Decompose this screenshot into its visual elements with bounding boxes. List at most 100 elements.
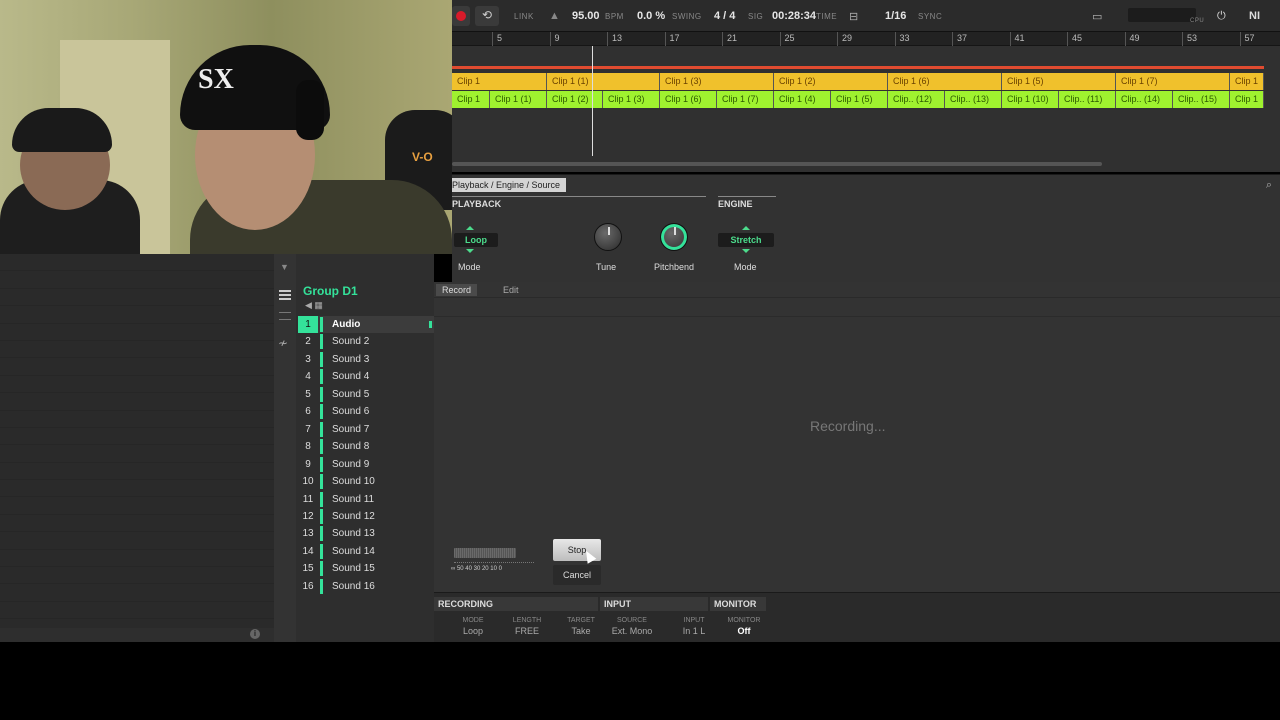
compact-view-icon[interactable]	[279, 312, 291, 320]
browser-row[interactable]	[0, 515, 274, 533]
clip[interactable]: Clip 1	[1230, 73, 1264, 90]
breadcrumb[interactable]: Playback / Engine / Source	[452, 178, 567, 192]
sound-slot[interactable]: 11 Sound 11	[298, 491, 434, 508]
browser-row[interactable]	[0, 358, 274, 376]
browser-row[interactable]	[0, 341, 274, 359]
sound-slot[interactable]: 13 Sound 13	[298, 525, 434, 542]
browser-row[interactable]	[0, 584, 274, 602]
chevron-up-icon[interactable]	[466, 226, 474, 230]
browser-row[interactable]	[0, 480, 274, 498]
tab-edit[interactable]: Edit	[497, 284, 525, 296]
cancel-button[interactable]: Cancel	[553, 565, 601, 585]
monitor-setting[interactable]: MONITOR Off	[724, 617, 764, 636]
browser-row[interactable]	[0, 376, 274, 394]
sound-slot[interactable]: 16 Sound 16	[298, 578, 434, 595]
search-icon[interactable]: ⌕	[1266, 179, 1272, 192]
source-setting[interactable]: SOURCE Ext. Mono	[600, 617, 664, 636]
browser-row[interactable]	[0, 463, 274, 481]
clip[interactable]: Clip 1	[452, 73, 547, 90]
clip[interactable]: Clip 1 (1)	[547, 73, 660, 90]
clip[interactable]: Clip 1 (5)	[1002, 73, 1116, 90]
follow-icon[interactable]: ⊟	[849, 10, 858, 23]
browser-row[interactable]	[0, 567, 274, 585]
clip[interactable]: Clip.. (11)	[1059, 91, 1116, 108]
clip[interactable]: Clip 1 (1)	[490, 91, 547, 108]
display-icon[interactable]: ▭	[1092, 10, 1102, 23]
clip[interactable]: Clip 1 (10)	[1002, 91, 1059, 108]
sound-slot[interactable]: 4 Sound 4	[298, 368, 434, 385]
browser-row[interactable]	[0, 324, 274, 341]
clip[interactable]: Clip 1 (2)	[547, 91, 603, 108]
browser-row[interactable]	[0, 428, 274, 446]
playback-mode-selector[interactable]: Loop	[454, 233, 498, 247]
bpm-value[interactable]: 95.00	[572, 10, 600, 22]
input-setting[interactable]: INPUT In 1 L	[674, 617, 714, 636]
horizontal-scrollbar[interactable]	[452, 162, 1102, 166]
browser-row[interactable]	[0, 550, 274, 568]
browser-row[interactable]	[0, 271, 274, 289]
clip[interactable]: Clip 1 (2)	[774, 73, 888, 90]
loop-button[interactable]: ⟲	[475, 6, 499, 26]
list-view-icon[interactable]	[279, 290, 291, 300]
waveform-icon[interactable]: ≁	[278, 336, 288, 350]
engine-mode-selector[interactable]: Stretch	[718, 233, 774, 247]
sound-slot[interactable]: 15 Sound 15	[298, 560, 434, 577]
target-setting[interactable]: TARGET Take	[562, 617, 600, 636]
clip[interactable]: Clip 1	[1230, 91, 1264, 108]
browser-row[interactable]	[0, 254, 274, 272]
clip[interactable]: Clip 1 (7)	[717, 91, 774, 108]
sound-slot[interactable]: 6 Sound 6	[298, 403, 434, 420]
sound-slot[interactable]: 10 Sound 10	[298, 473, 434, 490]
clip[interactable]: Clip.. (15)	[1173, 91, 1230, 108]
playhead[interactable]	[592, 46, 593, 156]
clip[interactable]: Clip 1 (6)	[660, 91, 717, 108]
tab-record[interactable]: Record	[436, 284, 478, 296]
pitchbend-knob[interactable]	[660, 223, 688, 251]
browser-row[interactable]	[0, 532, 274, 550]
browser-row[interactable]	[0, 602, 274, 620]
chevron-down-icon[interactable]	[466, 249, 474, 253]
clip[interactable]: Clip 1 (3)	[603, 91, 660, 108]
browser-row[interactable]	[0, 306, 274, 324]
power-icon[interactable]: ⏻	[1217, 10, 1226, 23]
sound-slot[interactable]: 1 Audio	[298, 316, 434, 334]
sound-slot[interactable]: 12 Sound 12	[298, 508, 434, 525]
length-setting[interactable]: LENGTH FREE	[506, 617, 548, 636]
sound-slot[interactable]: 5 Sound 5	[298, 386, 434, 403]
browser-row[interactable]	[0, 411, 274, 428]
clip[interactable]: Clip 1 (6)	[888, 73, 1002, 90]
clip[interactable]: Clip 1	[452, 91, 490, 108]
browser-row[interactable]	[0, 289, 274, 307]
mode-setting[interactable]: MODE Loop	[454, 617, 492, 636]
sound-slot[interactable]: 3 Sound 3	[298, 351, 434, 368]
clip[interactable]: Clip.. (14)	[1116, 91, 1173, 108]
link-label[interactable]: LINK	[514, 12, 534, 21]
sound-slot[interactable]: 9 Sound 9	[298, 456, 434, 473]
timeline-ruler[interactable]: 5 9 13 17 21 25 29 33 37 41 45 49 53 57	[452, 32, 1280, 46]
clip[interactable]: Clip 1 (4)	[774, 91, 831, 108]
group-name[interactable]: Group D1	[303, 284, 358, 298]
chevron-down-icon[interactable]	[742, 249, 750, 253]
browser-row[interactable]	[0, 445, 274, 463]
chevron-up-icon[interactable]	[742, 226, 750, 230]
sound-slot[interactable]: 14 Sound 14	[298, 543, 434, 560]
clip[interactable]: Clip 1 (5)	[831, 91, 888, 108]
time-value[interactable]: 00:28:34	[772, 10, 816, 22]
metronome-icon[interactable]: ▲	[549, 10, 560, 22]
info-icon[interactable]: i	[250, 629, 260, 639]
clip[interactable]: Clip 1 (7)	[1116, 73, 1230, 90]
quantize-value[interactable]: 1/16	[885, 10, 906, 22]
speaker-icon[interactable]: ◀ ▦	[305, 300, 323, 311]
record-button[interactable]	[452, 6, 470, 26]
sig-value[interactable]: 4 / 4	[714, 10, 735, 22]
browser-row[interactable]	[0, 393, 274, 411]
sound-slot[interactable]: 8 Sound 8	[298, 438, 434, 455]
clip[interactable]: Clip.. (13)	[945, 91, 1002, 108]
clip[interactable]: Clip 1 (3)	[660, 73, 774, 90]
collapse-icon[interactable]: ▼	[280, 262, 289, 272]
master-volume-meter[interactable]	[1128, 8, 1196, 22]
browser-row[interactable]	[0, 497, 274, 515]
sound-slot[interactable]: 2 Sound 2	[298, 333, 434, 350]
clip[interactable]: Clip.. (12)	[888, 91, 945, 108]
swing-value[interactable]: 0.0 %	[637, 10, 665, 22]
